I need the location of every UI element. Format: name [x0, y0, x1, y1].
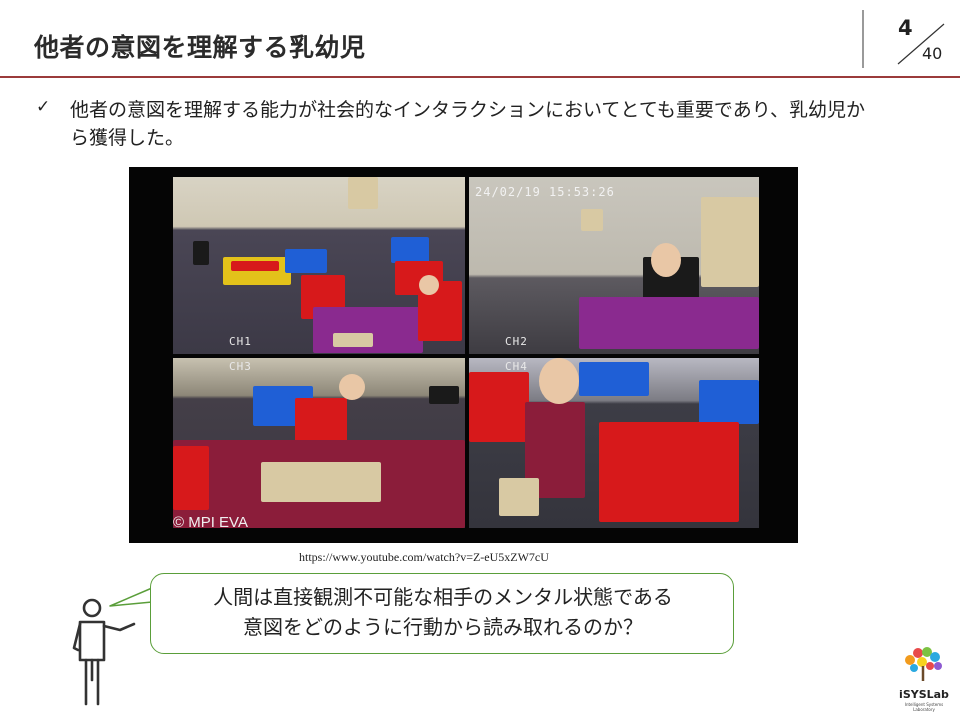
camera-label-ch2: CH2 [505, 335, 528, 348]
camera-label-ch1: CH1 [229, 335, 252, 348]
speech-line-1: 人間は直接観測不可能な相手のメンタル状態である [213, 585, 673, 609]
camera-view-ch1: CH1 [173, 177, 465, 354]
presenter-figure-icon [72, 598, 136, 706]
speech-line-2: 意図をどのように行動から読み取れるのか？ [243, 615, 643, 639]
title-divider [862, 10, 864, 68]
checkmark-icon: ✓ [36, 97, 51, 117]
camera-view-ch2: 24/02/19 15:53:26 CH2 [469, 177, 759, 354]
speech-bubble: 人間は直接観測不可能な相手のメンタル状態である 意図をどのように行動から読み取れ… [150, 573, 734, 654]
video-source-link[interactable]: https://www.youtube.com/watch?v=Z-eU5xZW… [299, 550, 549, 565]
video-watermark: © MPI EVA [173, 514, 248, 531]
lab-logo-subtitle: Intelligent Systems Laboratory [904, 702, 944, 712]
bullet-text: 他者の意図を理解する能力が社会的なインタラクションにおいてとても重要であり、乳幼… [70, 99, 865, 149]
lab-logo: iSYSLab Intelligent Systems Laboratory [896, 646, 949, 714]
lab-logo-name: iSYSLab [899, 688, 949, 701]
speech-bubble-tail [109, 587, 153, 607]
tree-logo-icon [905, 647, 942, 681]
camera-label-ch4: CH4 [505, 360, 528, 373]
slide-title: 他者の意図を理解する乳幼児 [34, 33, 366, 62]
title-rule [0, 76, 960, 78]
camera-label-ch3: CH3 [229, 360, 252, 373]
video-screenshot[interactable]: CH1 24/02/19 15:53:26 CH2 CH3 CH4 © MPI … [129, 167, 798, 543]
page-number-total: 40 [922, 44, 943, 63]
camera-view-ch4: CH4 [469, 358, 759, 528]
speech-bubble-text: 人間は直接観測不可能な相手のメンタル状態である 意図をどのように行動から読み取れ… [151, 582, 735, 642]
video-timestamp: 24/02/19 15:53:26 [475, 185, 615, 199]
camera-view-ch3: CH3 [173, 358, 465, 528]
